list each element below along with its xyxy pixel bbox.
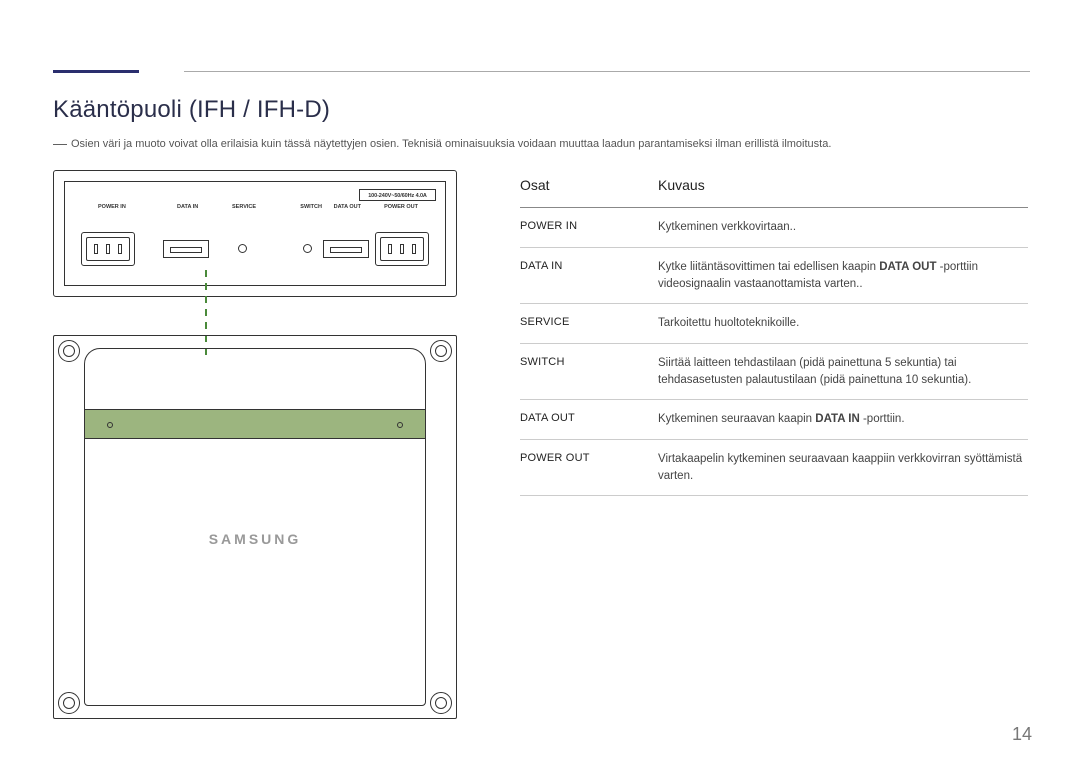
port-panel-frame: 100-240V~50/60Hz 4.0A POWER IN DATA IN S… (64, 181, 446, 286)
th-parts: Osat (520, 175, 658, 195)
table-row: DATA OUT Kytkeminen seuraavan kaapin DAT… (520, 400, 1028, 440)
table-row: POWER IN Kytkeminen verkkovirtaan.. (520, 208, 1028, 248)
cabinet-rear: SAMSUNG (53, 335, 457, 719)
cell-desc: Siirtää laitteen tehdastilaan (pidä pain… (658, 355, 1028, 388)
table-row: SWITCH Siirtää laitteen tehdastilaan (pi… (520, 344, 1028, 400)
label-data-out: DATA OUT (334, 204, 361, 210)
data-out-port-icon (323, 240, 369, 258)
screw-icon (430, 340, 452, 362)
data-in-port-icon (163, 240, 209, 258)
screw-icon (58, 692, 80, 714)
ports-row (65, 224, 445, 274)
table-row: DATA IN Kytke liitäntäsovittimen tai ede… (520, 248, 1028, 304)
screw-icon (58, 340, 80, 362)
label-power-in: POWER IN (98, 204, 126, 210)
section-title: Kääntöpuoli (IFH / IFH-D) (53, 96, 330, 124)
label-service: SERVICE (232, 204, 256, 210)
mounting-band (85, 409, 425, 439)
label-data-in: DATA IN (177, 204, 198, 210)
power-out-port-icon (375, 232, 429, 266)
cell-desc: Kytke liitäntäsovittimen tai edellisen k… (658, 259, 1028, 292)
note-text: Osien väri ja muoto voivat olla erilaisi… (71, 138, 831, 150)
table-row: POWER OUT Virtakaapelin kytkeminen seura… (520, 440, 1028, 496)
note-dash-icon: ― (53, 138, 67, 149)
screw-icon (430, 692, 452, 714)
port-panel: 100-240V~50/60Hz 4.0A POWER IN DATA IN S… (53, 170, 457, 297)
page-number: 14 (1012, 724, 1032, 745)
cell-desc: Kytkeminen verkkovirtaan.. (658, 219, 1028, 236)
cell-part: DATA IN (520, 259, 658, 275)
label-switch: SWITCH (300, 204, 322, 210)
ports-table: Osat Kuvaus POWER IN Kytkeminen verkkovi… (520, 175, 1028, 496)
cell-desc: Virtakaapelin kytkeminen seuraavaan kaap… (658, 451, 1028, 484)
cell-desc: Tarkoitettu huoltoteknikoille. (658, 315, 1028, 332)
header-accent-bar (53, 70, 139, 73)
cell-part: POWER IN (520, 219, 658, 235)
switch-button-icon (303, 244, 312, 253)
table-header: Osat Kuvaus (520, 175, 1028, 208)
label-power-out: POWER OUT (384, 204, 418, 210)
th-desc: Kuvaus (658, 175, 1028, 195)
cell-part: SERVICE (520, 315, 658, 331)
header-rule (184, 71, 1030, 72)
cell-part: SWITCH (520, 355, 658, 371)
cell-desc: Kytkeminen seuraavan kaapin DATA IN -por… (658, 411, 1028, 428)
service-port-icon (238, 244, 247, 253)
power-spec-label: 100-240V~50/60Hz 4.0A (359, 189, 436, 201)
table-row: SERVICE Tarkoitettu huoltoteknikoille. (520, 304, 1028, 344)
power-in-port-icon (81, 232, 135, 266)
cell-part: POWER OUT (520, 451, 658, 467)
disclaimer-note: ― Osien väri ja muoto voivat olla erilais… (53, 138, 1030, 150)
port-labels-row: POWER IN DATA IN SERVICE SWITCH DATA OUT… (65, 204, 445, 214)
brand-logo: SAMSUNG (85, 531, 425, 547)
rear-diagram: 100-240V~50/60Hz 4.0A POWER IN DATA IN S… (53, 170, 457, 719)
cell-part: DATA OUT (520, 411, 658, 427)
cabinet-plate: SAMSUNG (84, 348, 426, 706)
